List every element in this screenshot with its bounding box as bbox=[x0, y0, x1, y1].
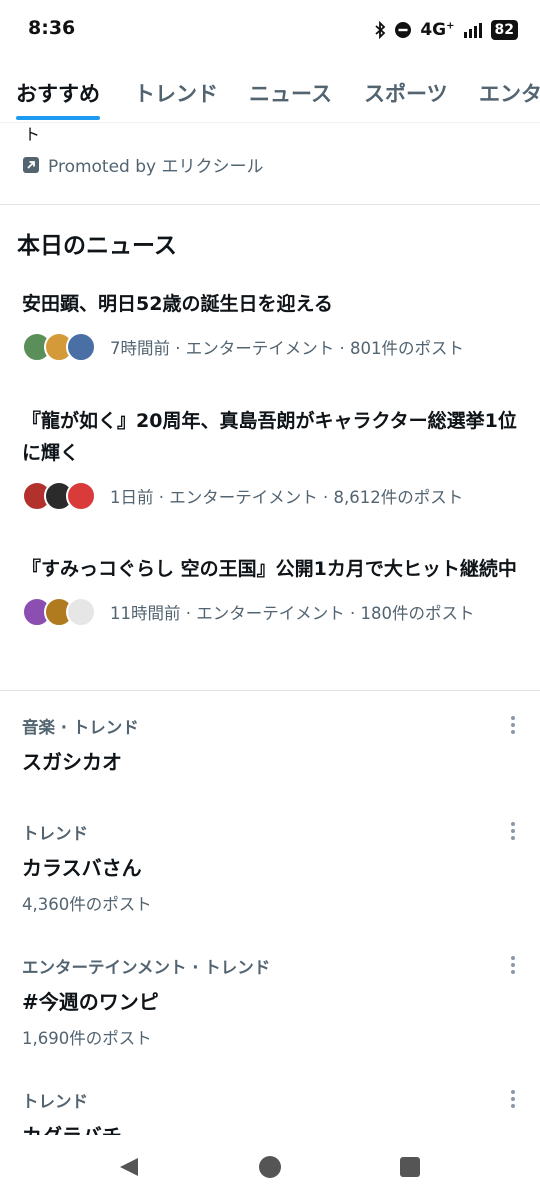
more-vertical-icon[interactable] bbox=[510, 1090, 516, 1110]
trend-post-count: 4,360件のポスト bbox=[22, 895, 152, 914]
divider bbox=[0, 204, 540, 205]
tab-indicator bbox=[16, 116, 100, 120]
news-title: 『すみっコぐらし 空の王国』公開1カ月で大ヒット継続中 bbox=[22, 558, 517, 580]
avatar bbox=[66, 481, 96, 511]
news-item[interactable]: 『すみっコぐらし 空の王国』公開1カ月で大ヒット継続中 11時間前 · エンター… bbox=[22, 553, 522, 627]
news-meta: 7時間前 · エンターテイメント · 801件のポスト bbox=[22, 332, 522, 362]
status-icons: 4G+ 82 bbox=[374, 18, 518, 42]
avatar-group bbox=[22, 332, 96, 362]
news-title: 安田顕、明日52歳の誕生日を迎える bbox=[22, 293, 333, 315]
trend-category: トレンド bbox=[22, 1092, 88, 1111]
tab-entertainment[interactable]: エンタ bbox=[479, 78, 540, 108]
more-vertical-icon[interactable] bbox=[510, 822, 516, 842]
promoted-arrow-icon bbox=[23, 156, 39, 173]
avatar bbox=[66, 332, 96, 362]
recents-square-icon[interactable] bbox=[399, 1156, 421, 1178]
news-meta: 11時間前 · エンターテイメント · 180件のポスト bbox=[22, 597, 522, 627]
tab-news[interactable]: ニュース bbox=[249, 78, 332, 108]
trend-item[interactable]: エンターテインメント · トレンド #今週のワンピ 1,690件のポスト bbox=[22, 954, 522, 1049]
trend-item[interactable]: トレンド カラスバさん 4,360件のポスト bbox=[22, 820, 522, 915]
news-item[interactable]: 『龍が如く』20周年、真島吾朗がキャラクター総選挙1位に輝く 1日前 · エンタ… bbox=[22, 405, 522, 511]
more-vertical-icon[interactable] bbox=[510, 956, 516, 976]
news-title: 『龍が如く』20周年、真島吾朗がキャラクター総選挙1位に輝く bbox=[22, 410, 517, 464]
promoted-label[interactable]: Promoted by エリクシール bbox=[22, 152, 264, 177]
news-meta-text: 1日前 · エンターテイメント · 8,612件のポスト bbox=[110, 488, 464, 507]
home-circle-icon[interactable] bbox=[258, 1155, 282, 1179]
tab-trending[interactable]: トレンド bbox=[134, 78, 218, 108]
tab-recommended[interactable]: おすすめ bbox=[16, 78, 100, 108]
status-time: 8:36 bbox=[28, 17, 76, 39]
screen: 8:36 4G+ 82 おすすめ トレンド ニュース スポーツ エンタ ト Pr… bbox=[0, 0, 540, 1199]
avatar-group bbox=[22, 597, 96, 627]
trend-category: 音楽 · トレンド bbox=[22, 718, 139, 737]
promoted-text-partial: ト bbox=[24, 125, 41, 144]
trend-name: カラスバさん bbox=[22, 856, 142, 880]
status-bar: 8:36 4G+ 82 bbox=[0, 0, 540, 60]
news-meta-text: 7時間前 · エンターテイメント · 801件のポスト bbox=[110, 339, 464, 358]
signal-icon bbox=[463, 23, 482, 38]
do-not-disturb-icon bbox=[395, 22, 412, 38]
news-section-title: 本日のニュース bbox=[17, 233, 177, 259]
news-meta-text: 11時間前 · エンターテイメント · 180件のポスト bbox=[110, 604, 475, 623]
avatar-group bbox=[22, 481, 96, 511]
avatar bbox=[66, 597, 96, 627]
trend-category: トレンド bbox=[22, 824, 88, 843]
trend-name: #今週のワンピ bbox=[22, 990, 159, 1014]
battery-icon: 82 bbox=[490, 20, 518, 40]
promoted-by-text: Promoted by エリクシール bbox=[48, 157, 264, 177]
trend-category: エンターテインメント · トレンド bbox=[22, 958, 271, 977]
news-meta: 1日前 · エンターテイメント · 8,612件のポスト bbox=[22, 481, 522, 511]
trend-name: スガシカオ bbox=[22, 750, 122, 774]
bluetooth-icon bbox=[375, 21, 386, 39]
more-vertical-icon[interactable] bbox=[510, 716, 516, 736]
network-type: 4G+ bbox=[420, 20, 455, 40]
trend-item[interactable]: 音楽 · トレンド スガシカオ bbox=[22, 714, 522, 775]
back-triangle-icon[interactable] bbox=[118, 1156, 140, 1178]
tab-bar: おすすめ トレンド ニュース スポーツ エンタ bbox=[0, 62, 540, 123]
system-nav-bar bbox=[0, 1135, 540, 1199]
divider bbox=[0, 690, 540, 691]
tab-sports[interactable]: スポーツ bbox=[364, 78, 448, 108]
news-item[interactable]: 安田顕、明日52歳の誕生日を迎える 7時間前 · エンターテイメント · 801… bbox=[22, 288, 522, 362]
trend-post-count: 1,690件のポスト bbox=[22, 1029, 152, 1048]
